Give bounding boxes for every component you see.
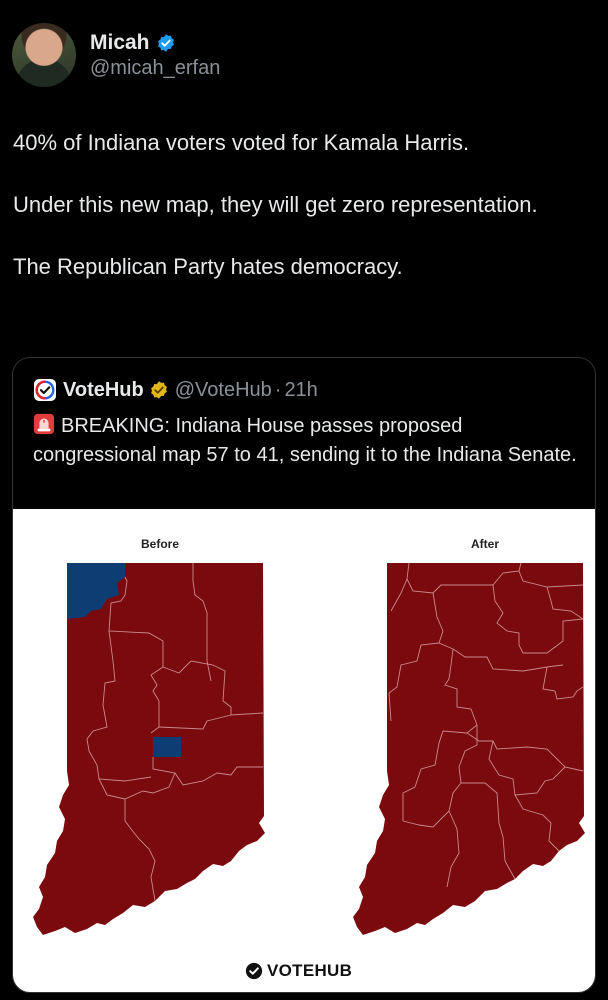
tweet-header: Micah @micah_erfan [12, 22, 220, 88]
brand-name: VOTEHUB [267, 961, 353, 980]
district-map-image[interactable]: Before After VOTEHUB [13, 509, 595, 992]
quoted-text: BREAKING: Indiana House passes proposed … [33, 415, 577, 466]
tweet-paragraph: 40% of Indiana voters voted for Kamala H… [13, 130, 470, 155]
verified-badge-icon [157, 33, 174, 52]
gold-verified-icon [150, 381, 167, 399]
tweet-page: Micah @micah_erfan 40% of Indiana voters… [0, 0, 608, 1000]
separator-dot: · [274, 378, 282, 401]
quoted-author-name[interactable]: VoteHub [63, 379, 144, 402]
votehub-logo-icon [34, 379, 56, 401]
avatar[interactable] [12, 23, 76, 87]
tweet-paragraph: Under this new map, they will get zero r… [13, 192, 538, 217]
quoted-timestamp[interactable]: 21h [284, 379, 317, 402]
siren-emoji-icon [33, 413, 55, 435]
quoted-header: VoteHub @VoteHub · 21h [33, 378, 318, 402]
after-map [353, 562, 585, 935]
author-display-name[interactable]: Micah [90, 31, 150, 55]
before-map [33, 563, 265, 935]
author-names: Micah @micah_erfan [90, 31, 220, 80]
name-row: Micah [90, 31, 220, 55]
quoted-tweet-card[interactable]: VoteHub @VoteHub · 21h BREAKING: Indiana… [12, 357, 596, 993]
votehub-check-icon [245, 962, 263, 980]
district-7-blue [153, 737, 181, 757]
quoted-body: BREAKING: Indiana House passes proposed … [33, 412, 583, 470]
votehub-brand: VOTEHUB [245, 961, 352, 981]
author-handle[interactable]: @micah_erfan [90, 57, 220, 80]
before-map-label: Before [141, 537, 180, 551]
after-map-label: After [471, 537, 500, 551]
tweet-body: 40% of Indiana voters voted for Kamala H… [13, 127, 593, 282]
quoted-author-handle[interactable]: @VoteHub [175, 379, 272, 402]
tweet-paragraph: The Republican Party hates democracy. [13, 254, 403, 279]
